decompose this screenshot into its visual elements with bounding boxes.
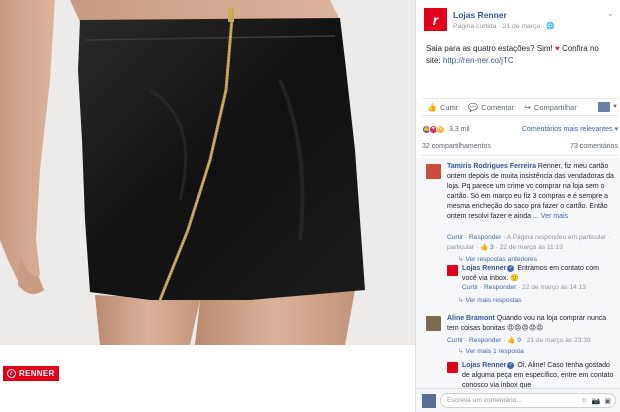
reply-meta: Curtir · Responder · 22 de março às 14:1…	[462, 284, 586, 291]
post-meta-text: Página curtida · 21 de março ·	[453, 23, 547, 30]
comment-meta: Curtir · Responder · A Página respondeu …	[447, 234, 611, 241]
brand-bar	[0, 345, 415, 412]
comment-input-icons: ☺ 📷 ▣	[581, 397, 616, 405]
commenter-name[interactable]: Aline Bramont	[447, 315, 495, 322]
reply-arrow-icon: ↳	[458, 256, 464, 263]
user-avatar	[422, 394, 436, 408]
reply-author[interactable]: Lojas Renner	[462, 265, 506, 272]
globe-icon: 🌐	[546, 23, 555, 30]
comments-list: Tamiris Rodrigues Ferreira Renner, fiz m…	[416, 158, 620, 388]
comment-label: Comentar	[481, 102, 515, 112]
comment-meta: Curtir · Responder · 👍 9 · 21 de março à…	[447, 337, 591, 344]
commenter-avatar[interactable]	[426, 316, 441, 331]
comment-body: Aline Bramont Quando vou na loja comprar…	[447, 314, 615, 334]
post-photo[interactable]	[0, 0, 415, 345]
share-button[interactable]: ↪ Compartilhar	[519, 103, 582, 112]
camera-icon[interactable]: 📷	[592, 397, 601, 405]
comment-date[interactable]: · 21 de março às 23:39	[523, 337, 591, 344]
comment-text: Renner, fiz meu cartão ontem depois de m…	[447, 163, 614, 220]
reply-like-link[interactable]: Curtir	[462, 284, 478, 291]
renner-logo-icon: r	[7, 369, 16, 378]
reply-arrow-icon: ↳	[458, 348, 464, 355]
page-reply-avatar[interactable]	[447, 362, 458, 373]
reply-date[interactable]: · 22 de março às 14:13	[518, 284, 586, 291]
gif-icon[interactable]: ▣	[604, 397, 611, 405]
comment-reaction-count[interactable]: 👍 9	[507, 337, 521, 344]
reaction-count[interactable]: 3,3 mil	[449, 126, 470, 133]
share-icon: ↪	[524, 102, 531, 112]
post-header: r Lojas Renner Página curtida · 21 de ma…	[424, 6, 614, 34]
like-label: Curtir	[439, 102, 459, 112]
post-as-avatar[interactable]	[598, 102, 611, 112]
comment-reaction-count[interactable]: 👍 3	[480, 244, 494, 251]
previous-replies-label: Ver respostas anteriores	[465, 256, 537, 263]
see-more-link[interactable]: Ver mais	[541, 213, 568, 220]
comment-body: Tamiris Rodrigues Ferreira Renner, fiz m…	[447, 162, 615, 222]
reply-body: Lojas Renner ✓ Oi, Aline! Caso tenha gost…	[462, 361, 614, 388]
smile-emoji-icon: 🙂	[510, 275, 519, 282]
chevron-down-icon[interactable]: ⌄	[606, 8, 614, 19]
share-count[interactable]: 32 compartilhamentos	[422, 143, 491, 155]
reply-author[interactable]: Lojas Renner	[462, 362, 506, 369]
wow-reaction-icon: 😮	[436, 124, 445, 134]
post-actions: 👍 Curtir 💬 Comentar ↪ Compartilhar ▼	[422, 98, 618, 116]
particular-text: particular ·	[447, 244, 479, 251]
post-stats: 32 compartilhamentos 73 comentários	[422, 143, 618, 156]
comment-input-placeholder: Escreva um comentário...	[447, 397, 522, 404]
caret-down-icon[interactable]: ▼	[612, 104, 618, 110]
more-replies-label: Ver mais respostas	[465, 297, 522, 304]
comment-sort-label: Comentários mais relevantes	[521, 126, 613, 133]
angry-emoji-icons: 😠😠😠😠😠	[506, 325, 544, 332]
skirt-photo-illustration	[0, 0, 415, 345]
reactions-row[interactable]: 👍 ♥ 😮 3,3 mil Comentários mais relevante…	[422, 122, 618, 136]
post-link[interactable]: http://ren-ner.co/jTC	[443, 56, 514, 65]
comment-reply-link[interactable]: Responder	[469, 234, 501, 241]
replied-privately-text: · A Página respondeu em particular ·	[503, 234, 611, 241]
page-avatar[interactable]: r	[424, 8, 447, 31]
comment-reply-link[interactable]: Responder	[469, 337, 501, 344]
commenter-avatar[interactable]	[426, 164, 441, 179]
c1-reaction-number: 3	[490, 244, 494, 251]
more-replies-link[interactable]: ↳ Ver mais respostas	[458, 296, 522, 304]
emoji-icon[interactable]: ☺	[581, 397, 588, 405]
post-text: Saia para as quatro estações? Sim! ♥ Con…	[426, 43, 614, 67]
page-name[interactable]: Lojas Renner	[453, 10, 507, 20]
renner-logo-text: RENNER	[19, 369, 55, 378]
like-button[interactable]: 👍 Curtir	[422, 103, 463, 112]
renner-logo[interactable]: r RENNER	[3, 366, 59, 381]
thumbs-up-icon: 👍	[427, 102, 437, 112]
comment-meta-2: particular · 👍 3 · 22 de março às 11:19	[447, 243, 563, 251]
more-reply-link[interactable]: ↳ Ver mais 1 resposta	[458, 347, 524, 355]
page-reply-avatar[interactable]	[447, 265, 458, 276]
comment-like-link[interactable]: Curtir	[447, 337, 463, 344]
comment-icon: 💬	[468, 102, 479, 112]
comment-count[interactable]: 73 comentários	[570, 143, 618, 155]
post-panel: r Lojas Renner Página curtida · 21 de ma…	[415, 0, 620, 412]
reply-arrow-icon: ↳	[458, 297, 464, 304]
comment-date[interactable]: · 22 de março às 11:19	[496, 244, 563, 251]
more-reply-label: Ver mais 1 resposta	[465, 348, 524, 355]
previous-replies-link[interactable]: ↳ Ver respostas anteriores	[458, 255, 537, 263]
commenter-name[interactable]: Tamiris Rodrigues Ferreira	[447, 163, 536, 170]
share-label: Compartilhar	[533, 102, 577, 112]
verified-badge-icon: ✓	[507, 264, 515, 272]
reply-reply-link[interactable]: Responder	[484, 284, 516, 291]
reply-body: Lojas Renner ✓ Entramos em contato com vo…	[462, 264, 614, 284]
comment-button[interactable]: 💬 Comentar	[463, 103, 519, 112]
comment-sort-dropdown[interactable]: Comentários mais relevantes ▾	[522, 125, 618, 133]
comment-like-link[interactable]: Curtir	[447, 234, 463, 241]
c2-reaction-number: 9	[517, 337, 521, 344]
comment-input[interactable]: Escreva um comentário... ☺ 📷 ▣	[440, 393, 616, 408]
post-text-part1: Saia para as quatro estações? Sim!	[426, 44, 555, 53]
post-meta: Página curtida · 21 de março · 🌐	[453, 22, 555, 30]
write-comment-bar: Escreva um comentário... ☺ 📷 ▣	[416, 388, 620, 412]
verified-badge-icon: ✓	[507, 361, 515, 369]
